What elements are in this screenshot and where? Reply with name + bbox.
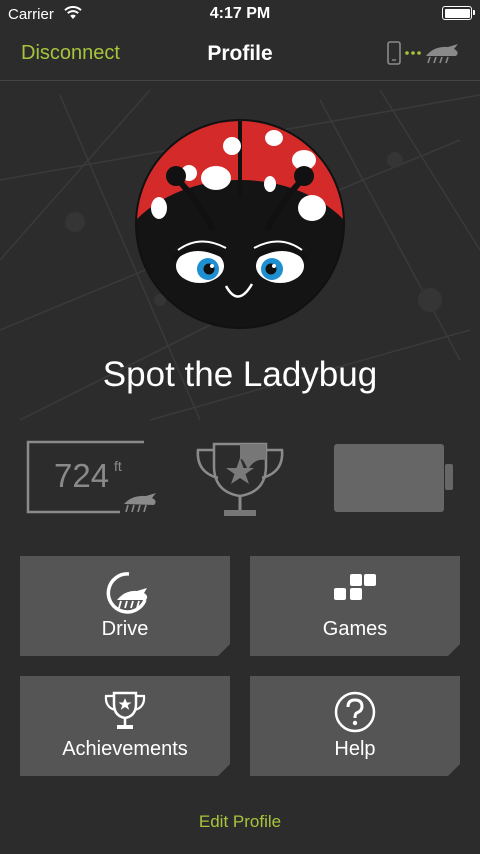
games-icon (334, 574, 376, 600)
robot-name: Spot the Ladybug (102, 355, 378, 394)
drive-tile-label: Drive (101, 618, 149, 640)
achievements-tile-label: Achievements (62, 738, 188, 760)
help-tile-label: Help (334, 738, 376, 760)
trophy-icon (196, 442, 284, 516)
drive-icon (106, 572, 148, 614)
battery-level-icon (334, 444, 453, 512)
robot-connection-icon[interactable] (386, 40, 462, 66)
help-tile[interactable]: Help (250, 676, 460, 776)
achievements-tile[interactable]: Achievements (20, 676, 230, 776)
status-time: 4:17 PM (209, 5, 271, 22)
ladybug-avatar[interactable] (134, 118, 346, 330)
games-tile[interactable]: Games (250, 556, 460, 656)
navigation-bar: Disconnect Profile (0, 30, 480, 81)
help-icon (334, 691, 376, 733)
battery-status-icon (442, 6, 475, 20)
drive-tile[interactable]: Drive (20, 556, 230, 656)
distance-value: 724 (54, 457, 110, 494)
distance-stat: 724 ft (26, 440, 156, 516)
trophy-icon (104, 691, 146, 729)
status-bar: Carrier 4:17 PM (0, 0, 480, 30)
edit-profile-link[interactable]: Edit Profile (0, 812, 480, 832)
games-tile-label: Games (322, 618, 388, 640)
robot-mini-icon (124, 493, 156, 513)
distance-unit: ft (114, 458, 122, 474)
